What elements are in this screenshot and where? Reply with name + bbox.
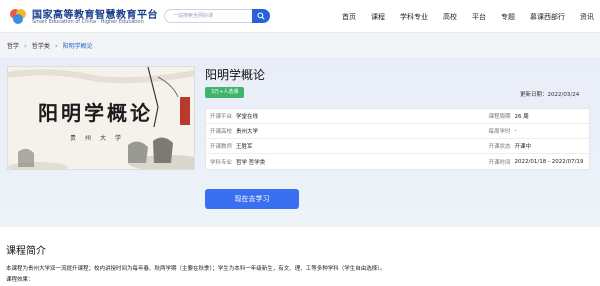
info-row: 开课平台 学堂在线 课程周期 26 周 (206, 109, 589, 124)
info-value-weekly-hours: - (514, 128, 517, 134)
study-now-button[interactable]: 现在去学习 (205, 189, 299, 209)
nav-home[interactable]: 首页 (342, 12, 356, 22)
info-label: 每周学时 (488, 129, 511, 135)
main-nav: 首页 课程 学科专业 高校 平台 专题 慕课西部行 资讯 (342, 0, 594, 33)
info-label: 开课状态 (488, 144, 511, 150)
top-bar: 国家高等教育智慧教育平台 Smart Education of China · … (0, 0, 600, 33)
course-header: 阳明学概论 贵州大学 阳明学概论 3万+人选课 更新日期：2022/03/24 … (0, 57, 600, 227)
info-label: 开课高校 (210, 129, 233, 135)
breadcrumb-item-current: 阳明学概论 (62, 43, 93, 50)
course-intro-section: 课程简介 本课程为贵州大学双一流提升课程；校内讲授时间为每年春、秋两学期（主要在… (0, 227, 600, 286)
intro-text: 本课程为贵州大学双一流提升课程；校内讲授时间为每年春、秋两学期（主要在秋季）；学… (6, 266, 386, 272)
info-label: 学科专业 (210, 159, 233, 166)
cover-subtitle: 贵州大学 (70, 135, 131, 142)
info-label: 开课时间 (488, 159, 511, 166)
cover-title: 阳明学概论 (38, 101, 153, 125)
course-title: 阳明学概论 (205, 68, 266, 82)
search-icon (257, 12, 265, 20)
info-value-teacher[interactable]: 王胜军 (236, 142, 253, 150)
nav-universities[interactable]: 高校 (443, 12, 457, 22)
update-date: 更新日期：2022/03/24 (520, 90, 579, 98)
chevron-right-icon: › (24, 41, 27, 50)
info-value-university[interactable]: 贵州大学 (236, 127, 258, 135)
info-row: 学科专业 哲学 哲学类 开课时间 2022/01/18 - 2022/07/19 (206, 154, 589, 169)
nav-topics[interactable]: 专题 (501, 12, 515, 22)
info-value-discipline[interactable]: 哲学 哲学类 (236, 158, 265, 166)
breadcrumb: 哲学 › 哲学类 › 阳明学概论 (7, 41, 93, 51)
info-value-platform[interactable]: 学堂在线 (236, 112, 258, 120)
info-label: 开课平台 (210, 114, 233, 120)
enrollment-badge: 3万+人选课 (205, 87, 245, 98)
nav-disciplines[interactable]: 学科专业 (400, 12, 428, 22)
info-label: 课程周期 (488, 114, 511, 120)
nav-courses[interactable]: 课程 (371, 12, 385, 22)
nav-news[interactable]: 资讯 (580, 12, 594, 22)
update-date-value: 2022/03/24 (547, 92, 580, 98)
info-label: 开课教师 (210, 144, 233, 150)
nav-platforms[interactable]: 平台 (472, 12, 486, 22)
info-value-duration: 26 周 (514, 114, 529, 120)
chevron-right-icon: › (54, 41, 58, 50)
search-input[interactable] (164, 9, 252, 23)
intro-title: 课程简介 (6, 246, 46, 257)
nav-mooc-west[interactable]: 慕课西部行 (530, 12, 565, 22)
breadcrumb-item-philosophy-category[interactable]: 哲学类 (32, 41, 50, 50)
search-button[interactable] (252, 9, 270, 23)
breadcrumb-bar: 哲学 › 哲学类 › 阳明学概论 (0, 34, 600, 56)
breadcrumb-item-philosophy[interactable]: 哲学 (7, 41, 19, 50)
update-date-label: 更新日期： (520, 92, 548, 98)
info-row: 开课高校 贵州大学 每周学时 - (206, 124, 589, 139)
logo-subtitle: Smart Education of China · Higher Educat… (32, 19, 144, 25)
intro-effect-label: 课程效果： (6, 277, 34, 283)
platform-logo-icon[interactable] (8, 6, 28, 26)
course-cover-image: 阳明学概论 贵州大学 (7, 66, 195, 170)
course-info-table: 开课平台 学堂在线 课程周期 26 周 开课高校 贵州大学 每周学时 - 开课教师 王胜军… (205, 108, 590, 170)
info-value-status: 开课中 (514, 144, 532, 150)
info-row: 开课教师 王胜军 开课状态 开课中 (206, 139, 589, 154)
info-value-schedule: 2022/01/18 - 2022/07/19 (514, 158, 584, 165)
